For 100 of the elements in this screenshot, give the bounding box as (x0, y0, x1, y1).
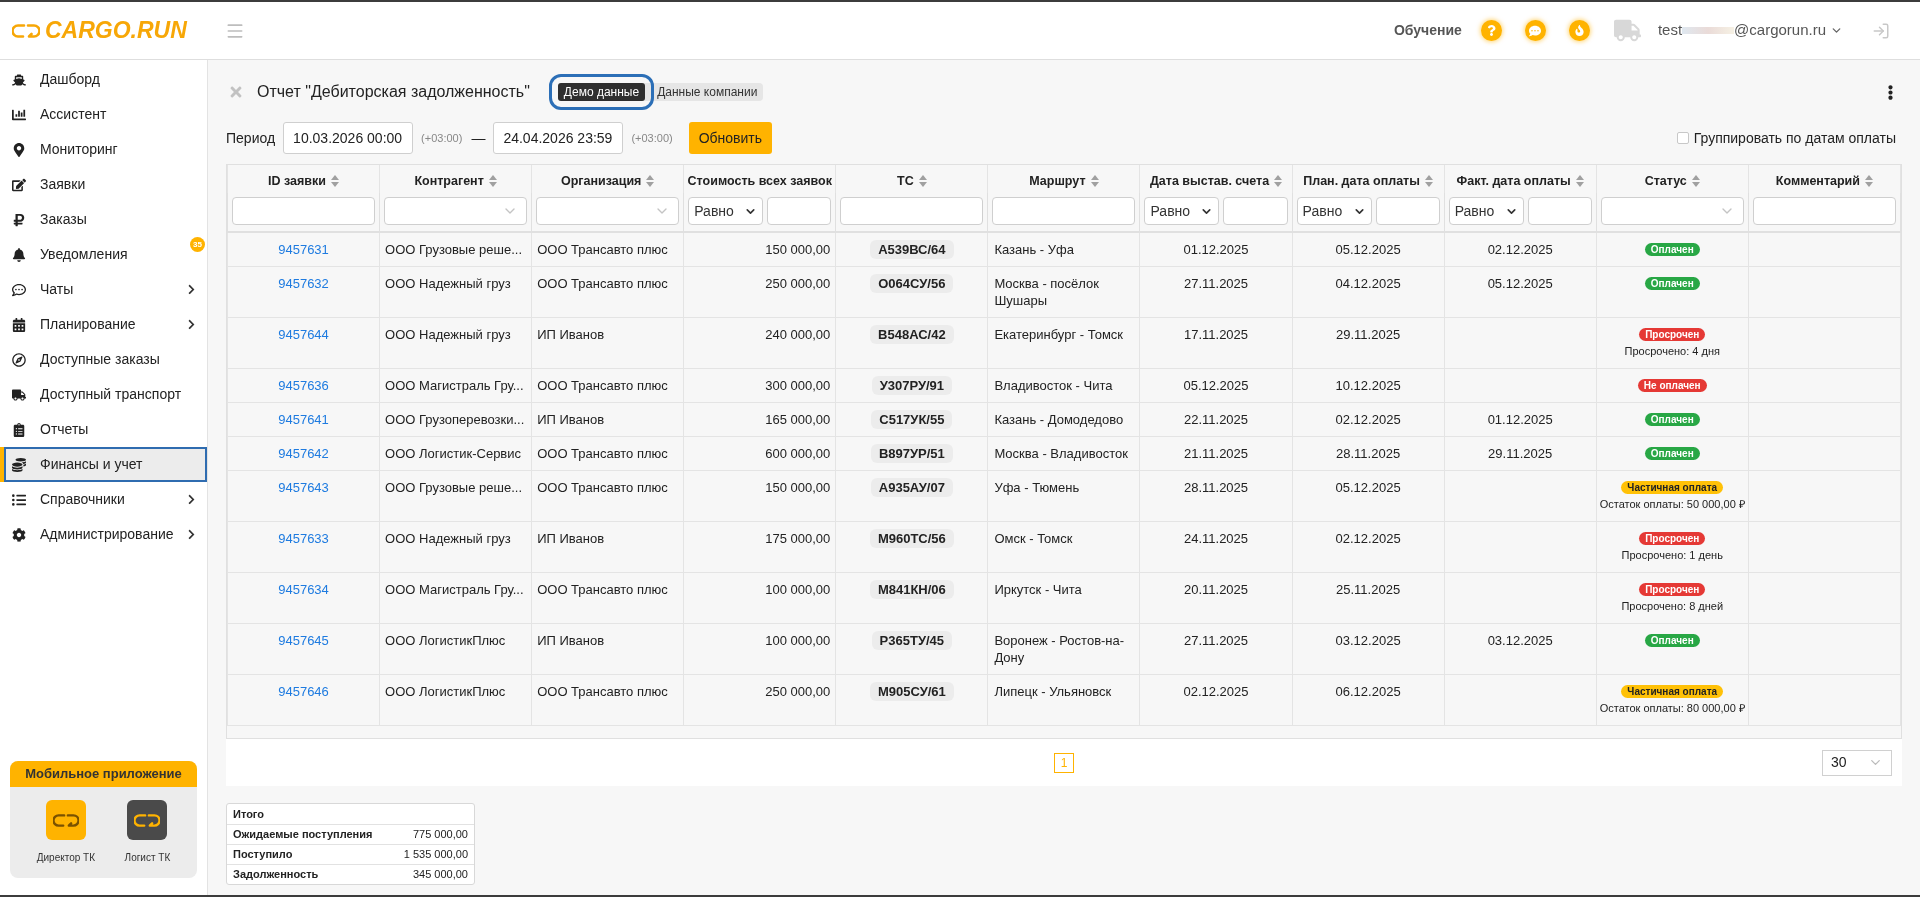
app-logo-icon[interactable] (45, 800, 86, 840)
sidebar-item[interactable]: Чаты (0, 272, 207, 307)
table-cell: 240 000,00 (683, 317, 836, 369)
ship-icon (12, 72, 26, 87)
filter-select[interactable] (1600, 197, 1744, 225)
license-plate: М841КН/06 (869, 580, 954, 599)
checkbox[interactable] (1676, 132, 1689, 144)
sidebar-item[interactable]: Заявки (0, 167, 207, 202)
training-link[interactable]: Обучение (1393, 20, 1462, 41)
order-link[interactable]: 9457644 (278, 327, 329, 342)
operator-select[interactable]: Равно (1144, 197, 1220, 225)
filter-field[interactable] (1752, 197, 1896, 225)
truck-icon[interactable] (1613, 17, 1641, 44)
sidebar-item[interactable]: Уведомления 35 (0, 237, 207, 272)
table-cell: ООО Трансавто плюс (531, 470, 684, 522)
order-link[interactable]: 9457641 (278, 412, 329, 427)
sort-icon[interactable] (1865, 175, 1873, 187)
date-field[interactable]: 24.04.2026 23:59 (493, 122, 624, 154)
close-icon[interactable] (228, 84, 244, 100)
sort-icon[interactable] (331, 175, 339, 187)
table-cell: ООО Магистраль Гру... (379, 368, 532, 403)
sidebar-item[interactable]: Ассистент (0, 97, 207, 132)
order-link[interactable]: 9457646 (278, 684, 329, 699)
table-cell: 03.12.2025 (1444, 623, 1597, 675)
sidebar-item[interactable]: Финансы и учет (0, 447, 207, 482)
filter-field[interactable] (1375, 197, 1440, 225)
help-icon[interactable] (1480, 20, 1502, 41)
chat-icon[interactable] (1524, 20, 1546, 41)
column-header: Факт. дата оплаты (1456, 172, 1571, 190)
bar-chart-icon (12, 107, 26, 122)
refresh-button[interactable]: Обновить (688, 122, 773, 154)
sidebar-item[interactable]: Планирование (0, 307, 207, 342)
range-separator: — (471, 128, 486, 148)
user-menu[interactable]: test @cargorun.ru (1657, 19, 1843, 42)
status-badge: Частичная оплата (1621, 481, 1724, 494)
sidebar-item[interactable]: Заказы (0, 202, 207, 237)
table-cell: 600 000,00 (683, 436, 836, 471)
sidebar-item[interactable]: Справочники (0, 482, 207, 517)
column-header: Дата выстав. счета (1149, 172, 1270, 190)
app-label[interactable]: Логист ТК (124, 850, 171, 865)
sort-icon[interactable] (1691, 175, 1700, 187)
sidebar-item[interactable]: Отчеты (0, 412, 207, 447)
app-label[interactable]: Директор ТК (36, 850, 96, 865)
report-title: Отчет "Дебиторская задолженность" (257, 82, 530, 102)
filter-field[interactable] (767, 197, 832, 225)
table-cell: 100 000,00 (683, 572, 836, 624)
operator-select[interactable]: Равно (1448, 197, 1524, 225)
order-link[interactable]: 9457636 (278, 378, 329, 393)
filter-field[interactable] (992, 197, 1136, 225)
sidebar-item[interactable]: Доступный транспорт (0, 377, 207, 412)
table-cell: ООО Надежный груз (379, 266, 532, 318)
ruble-icon (12, 212, 26, 227)
order-link[interactable]: 9457633 (278, 531, 329, 546)
license-plate: О064СУ/56 (870, 274, 954, 293)
table-cell: ООО Трансавто плюс (531, 368, 684, 403)
table-cell: ООО Грузоперевозки... (379, 402, 532, 437)
sidebar-item[interactable]: Дашборд (0, 62, 207, 97)
operator-select[interactable]: Равно (688, 197, 764, 225)
table-cell: 05.12.2025 (1139, 368, 1293, 403)
checkbox-label[interactable]: Группировать по датам оплаты (1693, 127, 1896, 149)
filter-select[interactable] (536, 197, 680, 225)
sort-icon[interactable] (646, 175, 655, 187)
sidebar-item[interactable]: Администрирование (0, 517, 207, 552)
sort-icon[interactable] (1090, 175, 1099, 187)
table-cell: Иркутск - Чита (987, 572, 1140, 624)
table-cell: 04.12.2025 (1292, 266, 1445, 318)
sort-icon[interactable] (1424, 175, 1433, 187)
page-size-select[interactable]: 30 (1822, 749, 1892, 776)
fire-icon[interactable] (1568, 20, 1590, 41)
order-link[interactable]: 9457634 (278, 582, 329, 597)
sort-icon[interactable] (488, 175, 497, 187)
order-link[interactable]: 9457631 (278, 242, 329, 257)
license-plate: Р365ТУ/45 (871, 631, 953, 650)
filter-field[interactable] (840, 197, 984, 225)
table-cell: 300 000,00 (683, 368, 836, 403)
table-cell: 01.12.2025 (1444, 402, 1597, 437)
email-text: test (1657, 20, 1683, 41)
order-link[interactable]: 9457642 (278, 446, 329, 461)
sort-icon[interactable] (1274, 175, 1283, 187)
sort-icon[interactable] (1575, 175, 1584, 187)
app-logo-icon[interactable] (127, 800, 168, 840)
order-link[interactable]: 9457632 (278, 276, 329, 291)
sidebar-item[interactable]: Мониторинг (0, 132, 207, 167)
filter-field[interactable] (1527, 197, 1592, 225)
filter-field[interactable] (1223, 197, 1288, 225)
sort-icon[interactable] (918, 175, 927, 187)
data-source-tab[interactable]: Данные компании (651, 83, 764, 101)
table-cell: 28.11.2025 (1292, 436, 1445, 471)
date-field[interactable]: 10.03.2026 00:00 (283, 122, 414, 154)
filter-field[interactable] (232, 197, 376, 225)
table-cell: ООО Трансавто плюс (531, 674, 684, 726)
order-link[interactable]: 9457645 (278, 633, 329, 648)
table-cell: Уфа - Тюмень (987, 470, 1140, 522)
totals-label: Задолженность (233, 867, 319, 883)
filter-select[interactable] (384, 197, 528, 225)
arrow-into-box-icon[interactable] (1872, 21, 1890, 40)
order-link[interactable]: 9457643 (278, 480, 329, 495)
sidebar-item[interactable]: Доступные заказы (0, 342, 207, 377)
operator-select[interactable]: Равно (1296, 197, 1372, 225)
status-badge: Не оплачен (1637, 379, 1707, 392)
